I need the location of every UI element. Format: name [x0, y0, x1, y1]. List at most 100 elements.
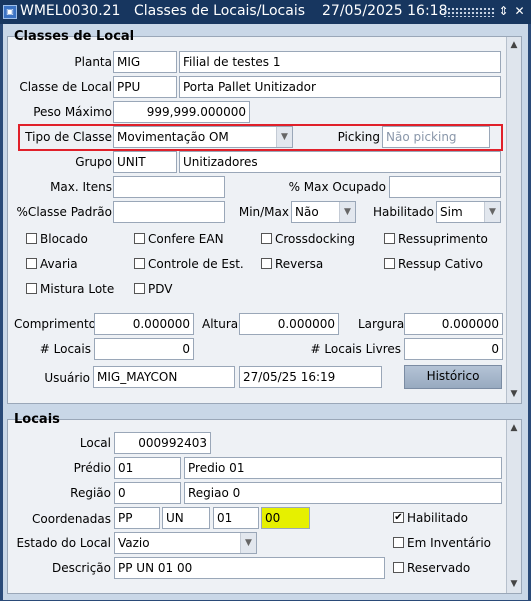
largura-field[interactable]: 0.000000 [404, 313, 503, 335]
usuario-label: Usuário [44, 371, 90, 385]
coord-4-field[interactable]: 00 [261, 507, 310, 529]
descricao-field[interactable]: PP UN 01 00 [114, 557, 385, 579]
bloqueado-checkbox[interactable] [26, 233, 37, 244]
reversa-checkbox[interactable] [261, 258, 272, 269]
comprimento-field[interactable]: 0.000000 [94, 313, 194, 335]
habilitado-value: Sim [440, 205, 463, 219]
classe-label: Classe de Local [19, 80, 112, 94]
reversa-label: Reversa [275, 257, 324, 271]
mistura-lote-label: Mistura Lote [40, 282, 115, 296]
window-datetime: 27/05/2025 16:18 [322, 3, 448, 19]
historico-button[interactable]: Histórico [404, 365, 502, 389]
max-itens-label: Max. Itens [50, 180, 112, 194]
classe-padrao-label: %Classe Padrão [16, 205, 112, 219]
predio-code-field[interactable]: 01 [114, 457, 181, 479]
predio-desc-field[interactable]: Predio 01 [184, 457, 502, 479]
oracle-forms-icon[interactable]: ▣ [3, 5, 17, 19]
locais-habilitado-label: Habilitado [407, 511, 469, 525]
em-inventario-checkbox[interactable] [393, 537, 404, 548]
predio-label: Prédio [73, 461, 111, 475]
reservado-checkbox[interactable] [393, 562, 404, 573]
tipo-classe-select[interactable]: Movimentação OM ▼ [113, 126, 293, 148]
usuario-field[interactable]: MIG_MAYCON [93, 366, 235, 388]
grupo-desc-field[interactable]: Unitizadores [179, 151, 501, 173]
locais-scrollbar[interactable]: ▲ ▼ [506, 420, 521, 593]
restore-icon[interactable]: ⇕ [496, 3, 511, 19]
ressuprimento-label: Ressuprimento [398, 232, 488, 246]
chevron-down-icon[interactable]: ▼ [276, 127, 292, 147]
form-code: WMEL0030.21 [20, 3, 121, 19]
peso-label: Peso Máximo [33, 105, 112, 119]
classes-scrollbar[interactable]: ▲ ▼ [506, 37, 521, 403]
confere-ean-checkbox[interactable] [134, 233, 145, 244]
scroll-down-icon[interactable]: ▼ [508, 577, 520, 591]
crossdocking-checkbox[interactable] [261, 233, 272, 244]
ressup-cativo-checkbox[interactable] [384, 258, 395, 269]
local-field[interactable]: 000992403 [114, 432, 211, 454]
grupo-code-field[interactable]: UNIT [113, 151, 177, 173]
grupo-label: Grupo [75, 155, 112, 169]
locais-section-title: Locais [14, 412, 60, 427]
classe-code-field[interactable]: PPU [113, 76, 177, 98]
estado-label: Estado do Local [16, 536, 111, 550]
close-icon[interactable]: ✕ [512, 3, 527, 19]
usuario-date-field[interactable]: 27/05/25 16:19 [239, 366, 382, 388]
planta-desc-field[interactable]: Filial de testes 1 [179, 51, 501, 73]
bloqueado-label: Blocado [40, 232, 88, 246]
window-title: Classes de Locais/Locais [134, 3, 306, 19]
controle-est-checkbox[interactable] [134, 258, 145, 269]
n-locais-livres-field[interactable]: 0 [404, 338, 503, 360]
tipo-classe-label: Tipo de Classe [25, 130, 112, 144]
n-locais-label: # Locais [39, 342, 91, 356]
regiao-code-field[interactable]: 0 [114, 482, 181, 504]
ressup-cativo-label: Ressup Cativo [398, 257, 483, 271]
scroll-down-icon[interactable]: ▼ [508, 387, 520, 401]
classe-desc-field[interactable]: Porta Pallet Unitizador [179, 76, 501, 98]
tipo-classe-value: Movimentação OM [117, 130, 229, 144]
minmax-value: Não [295, 205, 319, 219]
altura-label: Altura [202, 317, 239, 331]
max-itens-field[interactable] [113, 176, 225, 198]
crossdocking-label: Crossdocking [275, 232, 355, 246]
minmax-label: Min/Max [238, 205, 289, 219]
picking-field[interactable]: Não picking [382, 126, 490, 148]
regiao-desc-field[interactable]: Regiao 0 [184, 482, 502, 504]
planta-code-field[interactable]: MIG [113, 51, 177, 73]
title-bar: ▣ WMEL0030.21 Classes de Locais/Locais 2… [0, 0, 531, 24]
pdv-checkbox[interactable] [134, 283, 145, 294]
estado-select[interactable]: Vazio ▼ [114, 532, 257, 554]
local-label: Local [79, 436, 111, 450]
chevron-down-icon[interactable]: ▼ [240, 533, 256, 553]
largura-label: Largura [358, 317, 405, 331]
chevron-down-icon[interactable]: ▼ [484, 202, 500, 222]
avaria-label: Avaria [40, 257, 78, 271]
avaria-checkbox[interactable] [26, 258, 37, 269]
max-ocupado-field[interactable] [389, 176, 501, 198]
mistura-lote-checkbox[interactable] [26, 283, 37, 294]
picking-label: Picking [337, 130, 380, 144]
classe-padrao-field[interactable] [113, 201, 225, 223]
coordenadas-label: Coordenadas [32, 512, 111, 526]
peso-field[interactable]: 999,999.000000 [113, 101, 250, 123]
comprimento-label: Comprimento [14, 317, 97, 331]
scroll-up-icon[interactable]: ▲ [508, 38, 520, 52]
coord-1-field[interactable]: PP [114, 507, 160, 529]
minmax-select[interactable]: Não ▼ [291, 201, 356, 223]
habilitado-select[interactable]: Sim ▼ [436, 201, 501, 223]
ressuprimento-checkbox[interactable] [384, 233, 395, 244]
n-locais-field[interactable]: 0 [94, 338, 194, 360]
coord-2-field[interactable]: UN [162, 507, 210, 529]
altura-field[interactable]: 0.000000 [239, 313, 339, 335]
confere-ean-label: Confere EAN [148, 232, 224, 246]
habilitado-checkbox[interactable]: ✔ [393, 512, 404, 523]
coord-3-field[interactable]: 01 [213, 507, 259, 529]
n-locais-livres-label: # Locais Livres [310, 342, 401, 356]
descricao-label: Descrição [51, 561, 111, 575]
chevron-down-icon[interactable]: ▼ [339, 202, 355, 222]
estado-value: Vazio [118, 536, 150, 550]
max-ocupado-label: % Max Ocupado [288, 180, 386, 194]
em-inventario-label: Em Inventário [407, 536, 491, 550]
scroll-up-icon[interactable]: ▲ [508, 421, 520, 435]
controle-est-label: Controle de Est. [148, 257, 244, 271]
title-grip [443, 7, 495, 17]
